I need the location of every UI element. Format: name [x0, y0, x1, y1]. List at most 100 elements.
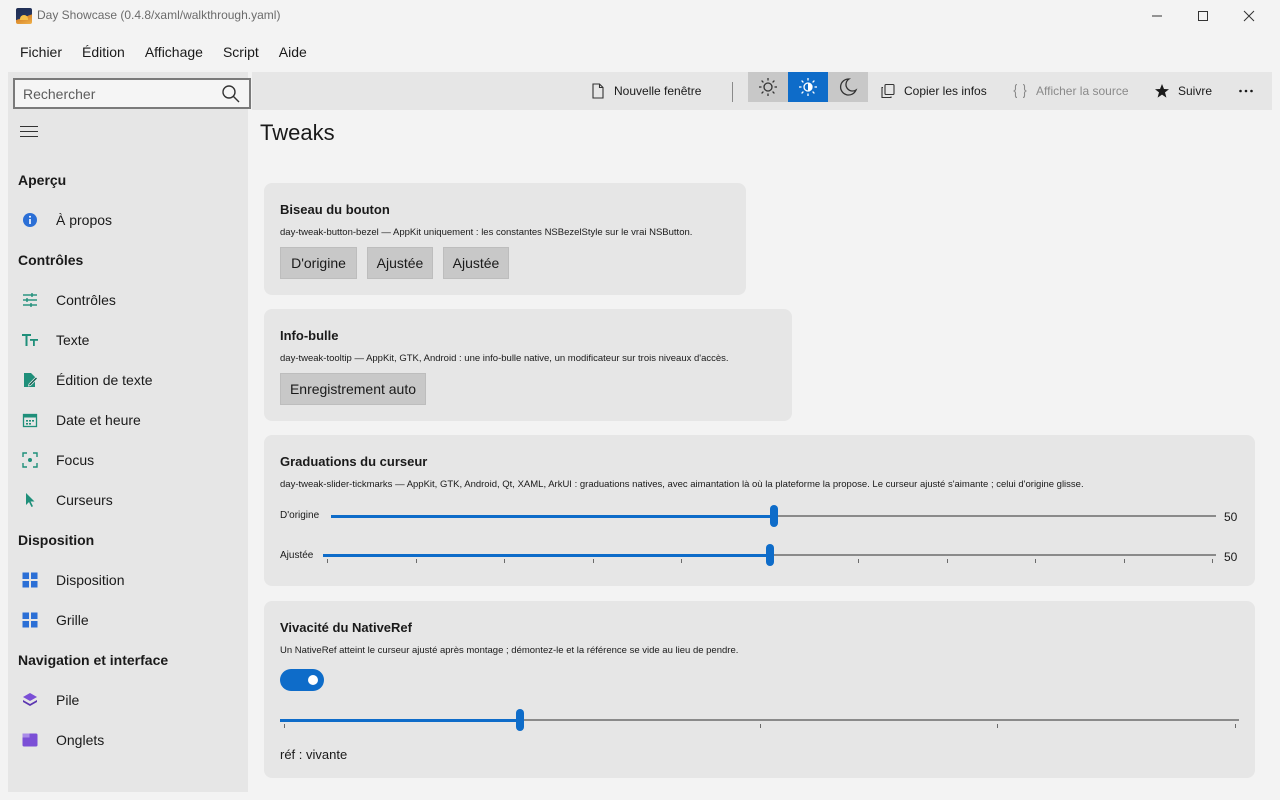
search-input[interactable]: [23, 85, 213, 103]
document-icon: [592, 83, 604, 99]
slider-tweaked[interactable]: [323, 544, 1216, 566]
show-source-label: Afficher la source: [1036, 84, 1129, 98]
autosave-button[interactable]: Enregistrement auto: [280, 373, 426, 405]
show-source-button[interactable]: Afficher la source: [1012, 72, 1129, 110]
theme-auto-button[interactable]: [788, 72, 828, 102]
sidebar-item-tabs[interactable]: Onglets: [8, 722, 248, 758]
slider-tick: [284, 724, 285, 728]
more-options-button[interactable]: [1238, 72, 1262, 110]
card-tooltip: Info-bulle day-tweak-tooltip — AppKit, G…: [264, 309, 792, 421]
theme-light-button[interactable]: [748, 72, 788, 102]
search-box: [13, 78, 251, 109]
card-description: day-tweak-button-bezel — AppKit uniqueme…: [280, 227, 693, 238]
card-slider-tickmarks: Graduations du curseur day-tweak-slider-…: [264, 435, 1255, 586]
new-window-label: Nouvelle fenêtre: [614, 84, 702, 98]
card-description: Un NativeRef atteint le curseur ajusté a…: [280, 645, 739, 656]
slider-fill: [280, 718, 520, 722]
focus-icon: [22, 452, 38, 468]
slider-tick: [1212, 559, 1213, 563]
sidebar-item-stack[interactable]: Pile: [8, 682, 248, 718]
moon-icon: [840, 78, 858, 96]
sidebar-item-label: Édition de texte: [56, 372, 153, 388]
bezel-tweaked-button-2[interactable]: Ajustée: [443, 247, 509, 279]
sidebar-item-about[interactable]: À propos: [8, 202, 248, 238]
slider-tick: [681, 559, 682, 563]
sidebar-item-text-editing[interactable]: Édition de texte: [8, 362, 248, 398]
slider-thumb[interactable]: [765, 544, 774, 566]
toolbar-separator: [732, 82, 733, 102]
slider-fill: [331, 514, 774, 518]
sidebar-item-label: Date et heure: [56, 412, 141, 428]
slider-tick: [504, 559, 505, 563]
minimize-button[interactable]: [1134, 0, 1180, 32]
sidebar-item-label: Focus: [56, 452, 95, 468]
edit-document-icon: [24, 373, 38, 387]
sidebar-item-controls[interactable]: Contrôles: [8, 282, 248, 318]
slider-thumb[interactable]: [515, 709, 524, 731]
sidebar-item-label: Grille: [56, 612, 89, 628]
close-button[interactable]: [1226, 0, 1272, 32]
card-title: Graduations du curseur: [280, 454, 428, 469]
sliders-icon: [23, 293, 37, 307]
nativeref-toggle[interactable]: [280, 669, 324, 691]
sidebar-item-label: Pile: [56, 692, 80, 708]
slider-tick: [593, 559, 594, 563]
copy-icon: [881, 83, 895, 99]
menu-script[interactable]: Script: [213, 36, 269, 68]
slider-fill: [323, 553, 770, 557]
slider-tick: [327, 559, 328, 563]
bezel-original-button[interactable]: D'origine: [280, 247, 357, 279]
card-button-bezel: Biseau du bouton day-tweak-button-bezel …: [264, 183, 746, 295]
slider-tick: [997, 724, 998, 728]
follow-button[interactable]: Suivre: [1154, 72, 1212, 110]
slider-tick: [1124, 559, 1125, 563]
calendar-icon: [22, 413, 38, 428]
info-icon: [23, 213, 37, 227]
more-icon: [1239, 89, 1253, 93]
search-icon[interactable]: [221, 84, 241, 104]
slider-tweaked-label: Ajustée: [280, 550, 314, 561]
sidebar-item-date-time[interactable]: Date et heure: [8, 402, 248, 438]
title-bar: Day Showcase (0.4.8/xaml/walkthrough.yam…: [0, 0, 1280, 32]
minimize-icon: [1152, 15, 1162, 17]
star-icon: [1155, 84, 1169, 98]
maximize-button[interactable]: [1180, 0, 1226, 32]
sidebar-item-cursors[interactable]: Curseurs: [8, 482, 248, 518]
slider-tick: [760, 724, 761, 728]
menu-help[interactable]: Aide: [269, 36, 317, 68]
braces-icon: [1013, 83, 1027, 99]
follow-label: Suivre: [1178, 84, 1213, 98]
sidebar-item-label: Contrôles: [56, 292, 116, 308]
sun-icon: [759, 78, 777, 96]
sidebar-item-layout[interactable]: Disposition: [8, 562, 248, 598]
nativeref-slider[interactable]: [280, 709, 1239, 731]
slider-tick: [1035, 559, 1036, 563]
slider-tweaked-value: 50: [1224, 550, 1238, 564]
cursor-icon: [26, 493, 35, 507]
slider-tick: [416, 559, 417, 563]
sidebar-item-grid[interactable]: Grille: [8, 602, 248, 638]
slider-tick: [1235, 724, 1236, 728]
menu-file[interactable]: Fichier: [10, 36, 72, 68]
maximize-icon: [1198, 11, 1208, 21]
sidebar-item-focus[interactable]: Focus: [8, 442, 248, 478]
copy-info-button[interactable]: Copier les infos: [880, 72, 987, 110]
slider-original[interactable]: [331, 505, 1216, 527]
section-layout: Disposition: [18, 532, 95, 548]
section-controls: Contrôles: [18, 252, 84, 268]
slider-thumb[interactable]: [769, 505, 778, 527]
page-title: Tweaks: [260, 120, 335, 145]
card-description: day-tweak-tooltip — AppKit, GTK, Android…: [280, 353, 729, 364]
menu-bar: Fichier Édition Affichage Script Aide: [0, 36, 1280, 68]
sidebar-item-label: Curseurs: [56, 492, 113, 508]
bezel-tweaked-button-1[interactable]: Ajustée: [367, 247, 433, 279]
menu-view[interactable]: Affichage: [135, 36, 213, 68]
layout-icon: [22, 572, 38, 588]
menu-edit[interactable]: Édition: [72, 36, 135, 68]
hamburger-menu-icon[interactable]: [20, 122, 38, 138]
theme-dark-button[interactable]: [828, 72, 868, 102]
sidebar-item-text[interactable]: Texte: [8, 322, 248, 358]
new-window-button[interactable]: Nouvelle fenêtre: [590, 72, 701, 110]
window-title: Day Showcase (0.4.8/xaml/walkthrough.yam…: [37, 8, 281, 22]
card-title: Vivacité du NativeRef: [280, 620, 412, 635]
